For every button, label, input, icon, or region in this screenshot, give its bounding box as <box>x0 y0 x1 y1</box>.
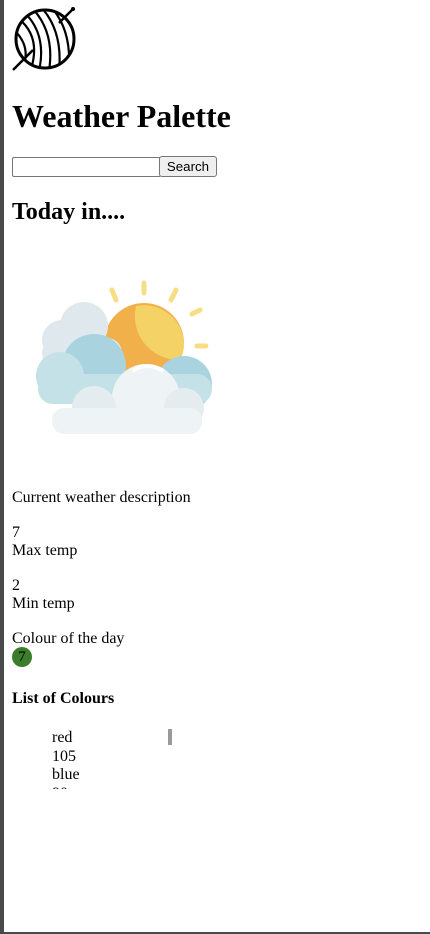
colour-list-heading: List of Colours <box>12 690 115 707</box>
list-item: red <box>52 729 73 746</box>
colour-list-scrollbar[interactable] <box>168 729 172 745</box>
page-title: Weather Palette <box>12 98 231 134</box>
max-temp-label: Max temp <box>12 542 78 559</box>
sun-behind-clouds-icon <box>36 280 212 434</box>
weather-description-label: Current weather description <box>12 489 191 506</box>
search-input[interactable] <box>12 157 161 177</box>
yarn-ball-logo-icon <box>12 7 76 71</box>
list-item: 105 <box>52 747 76 765</box>
list-item: 90 <box>52 785 172 790</box>
window-left-edge <box>0 0 4 934</box>
min-temp-label: Min temp <box>12 595 75 612</box>
colour-list[interactable]: red 105 blue 90 <box>52 729 172 789</box>
min-temp-value: 2 <box>12 577 20 594</box>
search-button[interactable]: Search <box>159 156 217 177</box>
today-heading: Today in.... <box>12 199 126 225</box>
list-item: blue <box>52 766 80 783</box>
colour-of-day-label: Colour of the day <box>12 630 125 647</box>
max-temp-value: 7 <box>12 524 20 541</box>
colour-of-day-badge: 7 <box>12 647 32 667</box>
